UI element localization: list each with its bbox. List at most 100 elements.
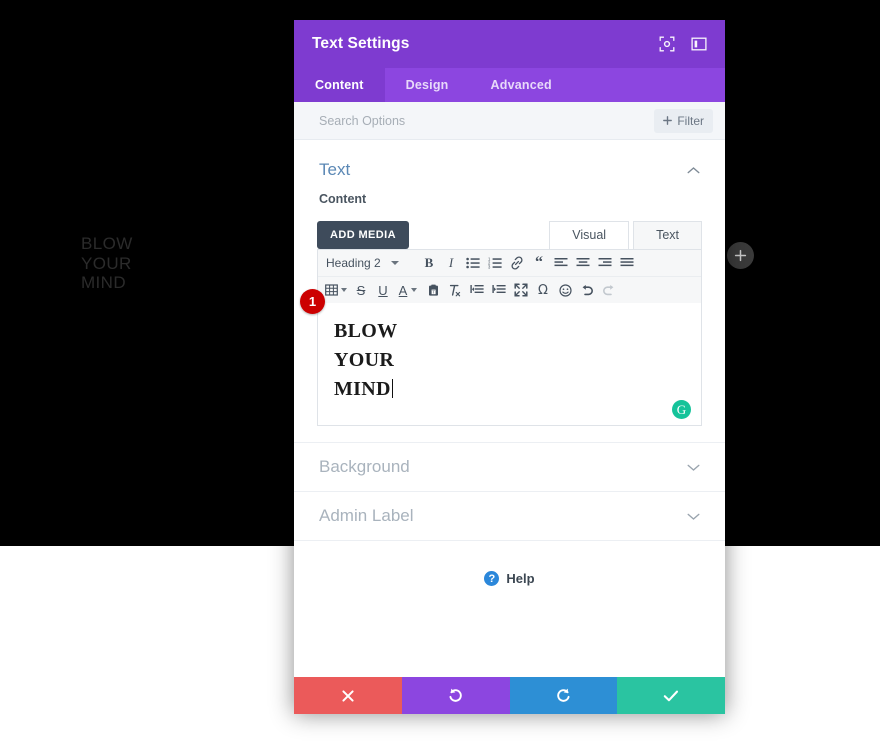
format-select[interactable]: Heading 2 xyxy=(322,256,418,270)
clear-formatting-icon xyxy=(449,284,461,296)
tab-content[interactable]: Content xyxy=(294,68,385,102)
tab-advanced[interactable]: Advanced xyxy=(470,68,573,102)
link-button[interactable] xyxy=(506,252,528,274)
blockquote-button[interactable]: “ xyxy=(528,252,550,274)
add-module-button[interactable] xyxy=(727,242,754,269)
grammarly-icon[interactable]: G xyxy=(672,400,691,419)
chevron-down-icon xyxy=(341,288,347,292)
section-text-title: Text xyxy=(319,160,351,179)
tab-design[interactable]: Design xyxy=(385,68,470,102)
help-button[interactable]: ? Help xyxy=(294,571,725,586)
tab-visual[interactable]: Visual xyxy=(549,221,630,249)
undo-button[interactable] xyxy=(576,279,598,301)
editor-toolbar-row-1: Heading 2 B I 1 2 3 “ xyxy=(318,250,701,276)
special-character-button[interactable]: Ω xyxy=(532,279,554,301)
filter-button[interactable]: Filter xyxy=(654,108,713,133)
align-left-icon xyxy=(554,258,568,267)
align-center-button[interactable] xyxy=(572,252,594,274)
svg-text:T: T xyxy=(432,289,435,294)
modal-body: Text Content ADD MEDIA Visual Text Headi… xyxy=(294,140,725,677)
editor-content-area[interactable]: 1 BLOW YOUR MIND G xyxy=(300,289,701,425)
align-left-button[interactable] xyxy=(550,252,572,274)
section-background-title: Background xyxy=(319,457,410,476)
text-cursor xyxy=(391,379,394,398)
section-admin-label-title: Admin Label xyxy=(319,506,414,525)
undo-button-footer[interactable] xyxy=(401,677,510,714)
align-center-icon xyxy=(576,258,590,267)
strikethrough-button[interactable]: S xyxy=(350,279,372,301)
text-settings-modal: Text Settings Content Design Advanced Se… xyxy=(294,20,725,714)
editor-box: Heading 2 B I 1 2 3 “ S U A T Ω 1 BLOW Y… xyxy=(300,249,702,426)
check-icon xyxy=(663,690,679,701)
chevron-down-icon[interactable] xyxy=(687,463,700,472)
emoji-button[interactable] xyxy=(554,279,576,301)
fullscreen-icon xyxy=(514,283,528,297)
align-justify-icon xyxy=(620,258,634,267)
table-button[interactable] xyxy=(322,279,350,301)
fullscreen-target-icon[interactable] xyxy=(659,36,675,52)
cancel-button[interactable] xyxy=(294,677,402,714)
outdent-button[interactable] xyxy=(466,279,488,301)
modal-tabs: Content Design Advanced xyxy=(294,68,725,102)
add-media-button[interactable]: ADD MEDIA xyxy=(317,221,409,249)
italic-button[interactable]: I xyxy=(440,252,462,274)
section-background[interactable]: Background xyxy=(294,443,725,492)
paste-as-text-button[interactable]: T xyxy=(422,279,444,301)
chevron-down-icon[interactable] xyxy=(687,512,700,521)
align-justify-button[interactable] xyxy=(616,252,638,274)
bulleted-list-button[interactable] xyxy=(462,252,484,274)
underline-button[interactable]: U xyxy=(372,279,394,301)
numbered-list-icon: 1 2 3 xyxy=(488,257,502,269)
help-area: ? Help xyxy=(294,541,725,677)
editor-toolbar-row-2: S U A T Ω xyxy=(318,276,701,303)
content-field-label: Content xyxy=(319,192,367,206)
modal-header: Text Settings xyxy=(294,20,725,68)
help-label: Help xyxy=(506,571,535,586)
numbered-list-button[interactable]: 1 2 3 xyxy=(484,252,506,274)
section-text: Text Content ADD MEDIA Visual Text Headi… xyxy=(294,140,725,443)
redo-button[interactable] xyxy=(598,279,620,301)
table-icon xyxy=(325,284,338,296)
modal-header-actions xyxy=(659,36,707,52)
fullscreen-button[interactable] xyxy=(510,279,532,301)
close-icon xyxy=(342,689,354,702)
bulleted-list-icon xyxy=(466,257,480,269)
plus-icon xyxy=(663,116,673,125)
redo-icon xyxy=(603,284,614,295)
section-admin-label[interactable]: Admin Label xyxy=(294,492,725,541)
plus-icon xyxy=(734,249,747,262)
preview-heading-text: BLOW YOUR MIND xyxy=(81,234,133,292)
modal-footer xyxy=(294,677,725,714)
step-badge: 1 xyxy=(300,289,325,314)
redo-arrow-icon xyxy=(557,688,570,702)
editor-mode-tabs: Visual Text xyxy=(549,221,702,249)
section-text-header[interactable]: Text xyxy=(294,140,725,192)
undo-icon xyxy=(582,284,593,295)
page-title: Text Settings xyxy=(312,35,410,52)
save-button[interactable] xyxy=(617,677,725,714)
search-bar: Filter xyxy=(294,102,725,140)
align-right-icon xyxy=(598,258,612,267)
svg-text:3: 3 xyxy=(488,265,491,269)
format-select-value: Heading 2 xyxy=(326,256,381,270)
screen-root: BLOW YOUR MIND Text Settings Content Des xyxy=(0,0,880,741)
align-right-button[interactable] xyxy=(594,252,616,274)
clear-formatting-button[interactable] xyxy=(444,279,466,301)
bold-button[interactable]: B xyxy=(418,252,440,274)
text-color-button[interactable]: A xyxy=(394,279,422,301)
layout-panel-icon[interactable] xyxy=(691,36,707,52)
content-editor: ADD MEDIA Visual Text Heading 2 B I 1 2 … xyxy=(294,217,725,426)
link-icon xyxy=(511,256,523,270)
redo-button-footer[interactable] xyxy=(509,677,618,714)
undo-arrow-icon xyxy=(449,688,462,702)
paste-as-text-icon: T xyxy=(428,284,438,296)
editor-text-value: BLOW YOUR MIND xyxy=(334,320,398,400)
question-mark-icon: ? xyxy=(484,571,500,586)
chevron-up-icon[interactable] xyxy=(687,166,700,175)
indent-button[interactable] xyxy=(488,279,510,301)
outdent-icon xyxy=(470,285,484,293)
search-input[interactable] xyxy=(319,113,655,128)
tab-text[interactable]: Text xyxy=(633,221,702,249)
grammarly-glyph: G xyxy=(676,401,687,417)
chevron-down-icon xyxy=(390,261,399,265)
